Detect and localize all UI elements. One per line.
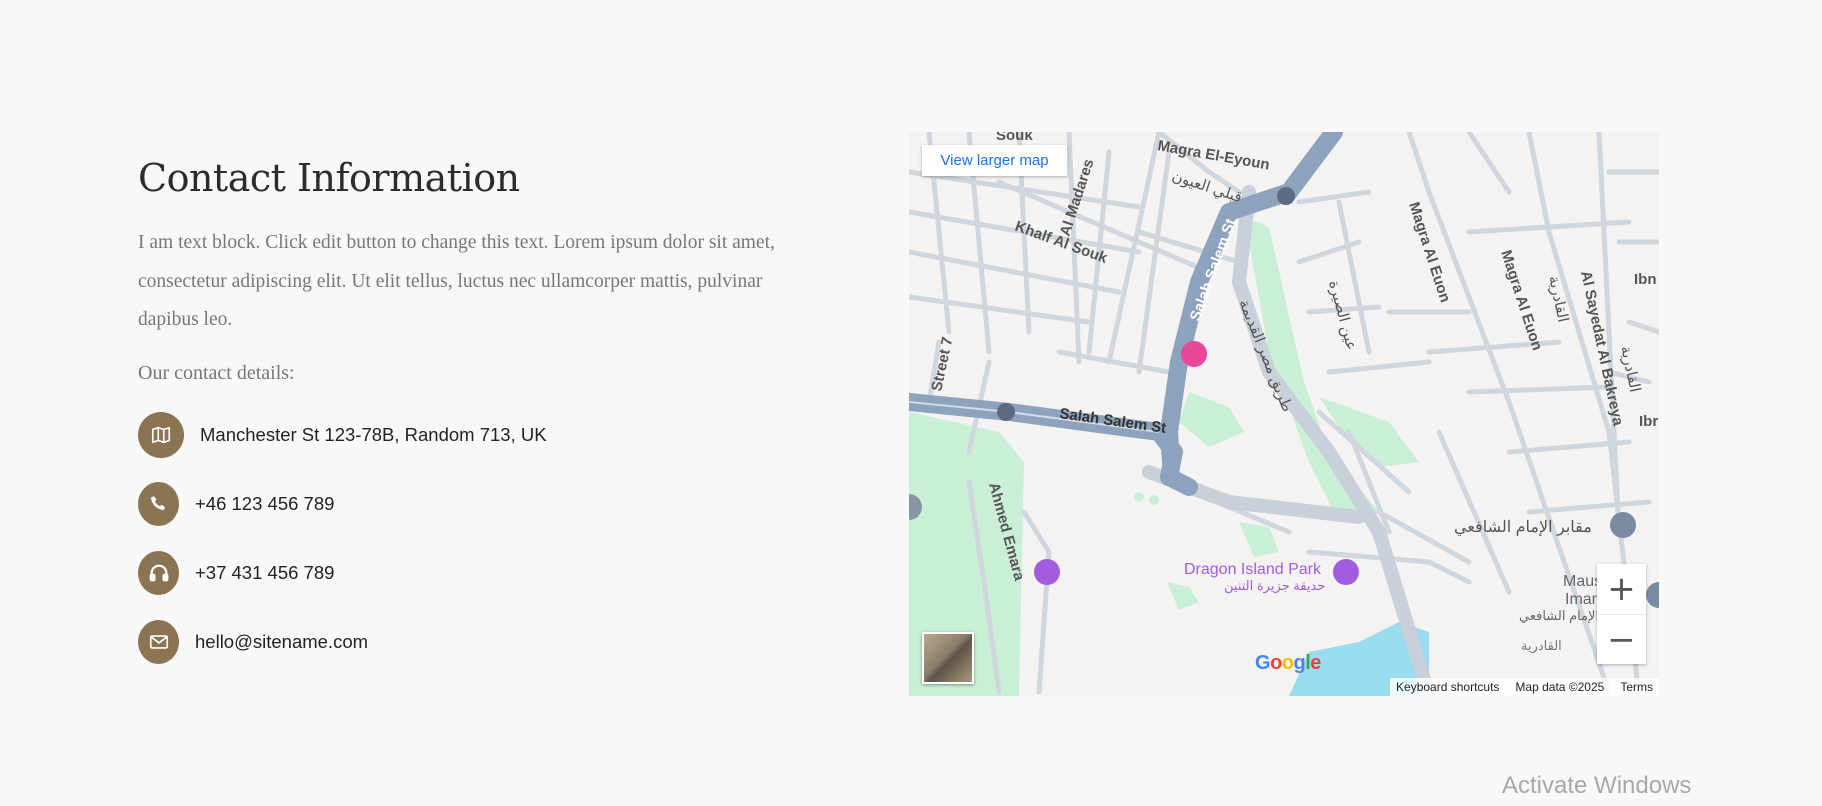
headphones-icon	[138, 550, 179, 595]
page-title: Contact Information	[138, 156, 520, 200]
map-label: Ibn	[1634, 271, 1657, 288]
map-label: Magra Al Euon	[1497, 248, 1545, 353]
activate-windows-watermark: Activate Windows	[1502, 772, 1692, 799]
map-label: Magra Al Euon	[1405, 200, 1453, 305]
satellite-toggle[interactable]	[922, 632, 974, 684]
map-label: مقابر الإمام الشافعي	[1454, 519, 1592, 536]
map-label: Ibr	[1639, 413, 1658, 430]
keyboard-shortcuts-link[interactable]: Keyboard shortcuts	[1396, 680, 1499, 694]
envelope-icon	[138, 619, 179, 664]
terms-link[interactable]: Terms	[1620, 680, 1653, 694]
address-text: Manchester St 123-78B, Random 713, UK	[200, 423, 547, 445]
map-label: القادرية	[1617, 344, 1643, 394]
support-phone-text: +37 431 456 789	[195, 561, 335, 583]
map-attribution: Keyboard shortcuts Map data ©2025 Terms	[1390, 678, 1659, 696]
zoom-in-button[interactable]: +	[1597, 564, 1646, 615]
zoom-out-button[interactable]: −	[1597, 615, 1646, 665]
map-embed[interactable]: Magra El-Eyoun قبلي العيون Al Madares Kh…	[909, 132, 1659, 696]
contact-section: Contact Information I am text block. Cli…	[138, 150, 818, 689]
map-label: القادرية	[1545, 274, 1571, 324]
map-label: Dragon Island Park	[1184, 561, 1322, 578]
contact-details-heading: Our contact details:	[138, 361, 295, 384]
map-label: القادرية	[1521, 638, 1562, 654]
map-label: حديقة جزيرة التنين	[1224, 578, 1325, 594]
map-label: Magra El-Eyoun	[1156, 137, 1271, 173]
map-icon	[138, 411, 184, 458]
email-text: hello@sitename.com	[195, 630, 369, 652]
map-label: Street 7	[928, 335, 956, 392]
map-canvas[interactable]: Magra El-Eyoun قبلي العيون Al Madares Kh…	[909, 132, 1659, 696]
contact-support: +37 431 456 789	[138, 550, 818, 595]
map-label: الإمام الشافعي	[1519, 608, 1599, 624]
map-data-text: Map data ©2025	[1515, 680, 1605, 694]
contact-email: hello@sitename.com	[138, 619, 818, 664]
contact-address: Manchester St 123-78B, Random 713, UK	[138, 411, 818, 458]
map-label: Souk	[996, 132, 1033, 144]
intro-text: I am text block. Click edit button to ch…	[138, 232, 775, 330]
phone-text: +46 123 456 789	[195, 492, 335, 514]
google-logo: Google	[1255, 652, 1321, 674]
zoom-controls: + −	[1597, 564, 1646, 664]
contact-phone: +46 123 456 789	[138, 481, 818, 526]
phone-icon	[138, 481, 179, 526]
view-larger-map-link[interactable]: View larger map	[922, 145, 1067, 176]
